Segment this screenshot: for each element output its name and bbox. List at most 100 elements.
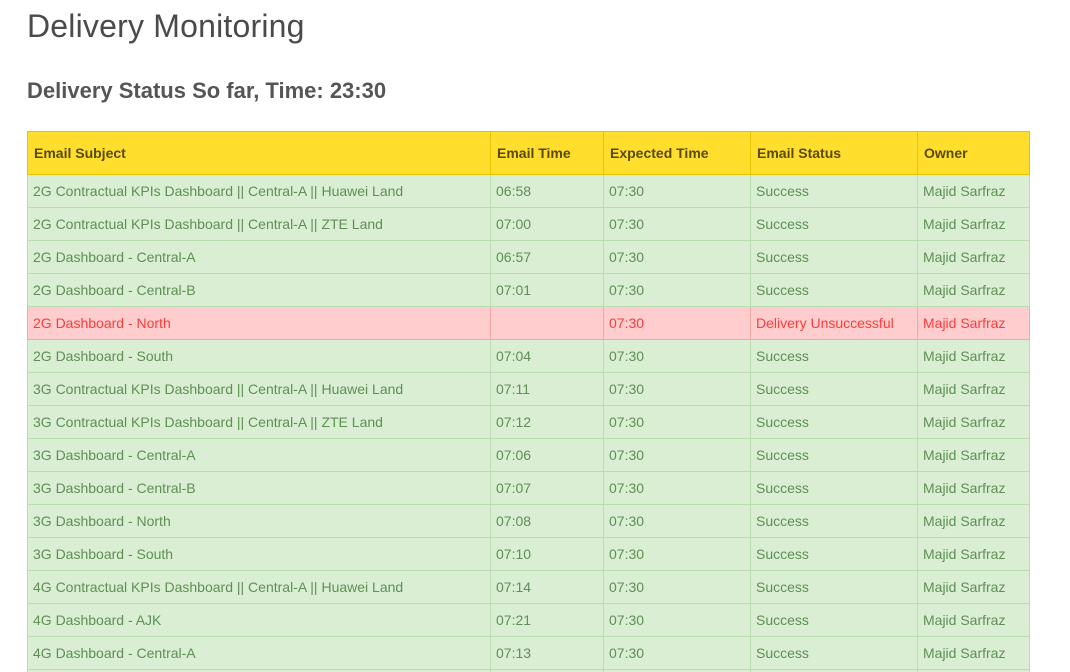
cell-email-time: 07:08	[490, 504, 604, 538]
column-header-owner: Owner	[917, 131, 1030, 175]
cell-email-subject: 3G Dashboard - Central-B	[27, 471, 491, 505]
cell-owner: Majid Sarfraz	[917, 207, 1030, 241]
cell-email-subject: 2G Contractual KPIs Dashboard || Central…	[27, 207, 491, 241]
cell-expected-time: 07:30	[603, 372, 751, 406]
cell-email-subject: 3G Dashboard - North	[27, 504, 491, 538]
cell-email-status: Success	[750, 636, 918, 670]
cell-email-time: 07:12	[490, 405, 604, 439]
cell-owner: Majid Sarfraz	[917, 405, 1030, 439]
column-header-expected-time: Expected Time	[603, 131, 751, 175]
status-subtitle: Delivery Status So far, Time: 23:30	[27, 78, 387, 103]
cell-email-subject: 2G Contractual KPIs Dashboard || Central…	[27, 174, 491, 208]
table-row: 3G Contractual KPIs Dashboard || Central…	[27, 372, 1030, 406]
delivery-status-table-container: Email Subject Email Time Expected Time E…	[27, 131, 1030, 672]
table-row: 3G Dashboard - Central-A 07:06 07:30 Succes…	[27, 438, 1030, 472]
cell-email-subject: 2G Dashboard - Central-A	[27, 240, 491, 274]
table-row: 3G Dashboard - North 07:08 07:30 Success Maj…	[27, 504, 1030, 538]
cell-expected-time: 07:30	[603, 603, 751, 637]
cell-expected-time: 07:30	[603, 273, 751, 307]
table-body: 2G Contractual KPIs Dashboard || Central…	[27, 174, 1030, 672]
cell-expected-time: 07:30	[603, 537, 751, 571]
cell-owner: Majid Sarfraz	[917, 570, 1030, 604]
cell-owner: Majid Sarfraz	[917, 306, 1030, 340]
table-row: 2G Contractual KPIs Dashboard || Central…	[27, 207, 1030, 241]
cell-email-time: 07:00	[490, 207, 604, 241]
cell-email-time: 07:14	[490, 570, 604, 604]
header-row: Email Subject Email Time Expected Time E…	[27, 131, 1030, 175]
page-title: Delivery Monitoring	[27, 8, 305, 44]
cell-email-subject: 3G Contractual KPIs Dashboard || Central…	[27, 405, 491, 439]
cell-email-time: 07:21	[490, 603, 604, 637]
delivery-status-table: Email Subject Email Time Expected Time E…	[27, 131, 1030, 672]
table-row: 3G Contractual KPIs Dashboard || Central…	[27, 405, 1030, 439]
cell-email-status: Success	[750, 471, 918, 505]
cell-expected-time: 07:30	[603, 438, 751, 472]
cell-email-subject: 2G Dashboard - North	[27, 306, 491, 340]
cell-expected-time: 07:30	[603, 504, 751, 538]
cell-email-time	[490, 306, 604, 340]
cell-owner: Majid Sarfraz	[917, 504, 1030, 538]
cell-email-status: Success	[750, 570, 918, 604]
cell-owner: Majid Sarfraz	[917, 240, 1030, 274]
cell-owner: Majid Sarfraz	[917, 537, 1030, 571]
cell-expected-time: 07:30	[603, 306, 751, 340]
cell-email-status: Success	[750, 273, 918, 307]
cell-expected-time: 07:30	[603, 174, 751, 208]
cell-owner: Majid Sarfraz	[917, 174, 1030, 208]
table-row: 2G Contractual KPIs Dashboard || Central…	[27, 174, 1030, 208]
cell-email-subject: 2G Dashboard - South	[27, 339, 491, 373]
cell-expected-time: 07:30	[603, 471, 751, 505]
cell-email-time: 07:07	[490, 471, 604, 505]
cell-email-status: Success	[750, 174, 918, 208]
table-row: 4G Dashboard - Central-A 07:13 07:30 Succes…	[27, 636, 1030, 670]
table-row-failed: 2G Dashboard - North 07:30 Delivery Unsucc…	[27, 306, 1030, 340]
cell-owner: Majid Sarfraz	[917, 471, 1030, 505]
cell-email-subject: 3G Dashboard - Central-A	[27, 438, 491, 472]
cell-email-status: Success	[750, 603, 918, 637]
email-page: Delivery Monitoring Delivery Status So f…	[0, 0, 1070, 672]
cell-expected-time: 07:30	[603, 570, 751, 604]
cell-email-status: Success	[750, 504, 918, 538]
cell-email-time: 07:10	[490, 537, 604, 571]
cell-email-subject: 2G Dashboard - Central-B	[27, 273, 491, 307]
cell-email-time: 07:04	[490, 339, 604, 373]
cell-owner: Majid Sarfraz	[917, 372, 1030, 406]
cell-email-time: 07:11	[490, 372, 604, 406]
cell-email-subject: 4G Dashboard - AJK	[27, 603, 491, 637]
cell-email-status: Success	[750, 207, 918, 241]
table-header: Email Subject Email Time Expected Time E…	[27, 131, 1030, 175]
table-row: 3G Dashboard - South 07:10 07:30 Success Maj…	[27, 537, 1030, 571]
cell-expected-time: 07:30	[603, 339, 751, 373]
cell-owner: Majid Sarfraz	[917, 273, 1030, 307]
cell-email-time: 07:01	[490, 273, 604, 307]
table-row: 2G Dashboard - South 07:04 07:30 Success Maj…	[27, 339, 1030, 373]
cell-email-time: 06:58	[490, 174, 604, 208]
cell-email-status: Success	[750, 372, 918, 406]
cell-expected-time: 07:30	[603, 636, 751, 670]
table-row: 4G Dashboard - AJK 07:21 07:30 Success Majid…	[27, 603, 1030, 637]
column-header-email-time: Email Time	[490, 131, 604, 175]
cell-owner: Majid Sarfraz	[917, 339, 1030, 373]
cell-expected-time: 07:30	[603, 240, 751, 274]
table-row: 4G Contractual KPIs Dashboard || Central…	[27, 570, 1030, 604]
cell-owner: Majid Sarfraz	[917, 636, 1030, 670]
cell-expected-time: 07:30	[603, 405, 751, 439]
cell-email-time: 07:13	[490, 636, 604, 670]
table-row: 2G Dashboard - Central-A 06:57 07:30 Succes…	[27, 240, 1030, 274]
cell-email-subject: 3G Dashboard - South	[27, 537, 491, 571]
cell-email-subject: 4G Contractual KPIs Dashboard || Central…	[27, 570, 491, 604]
column-header-email-status: Email Status	[750, 131, 918, 175]
cell-email-time: 07:06	[490, 438, 604, 472]
cell-email-status: Success	[750, 405, 918, 439]
cell-email-time: 06:57	[490, 240, 604, 274]
cell-email-status: Success	[750, 339, 918, 373]
cell-owner: Majid Sarfraz	[917, 603, 1030, 637]
cell-email-subject: 4G Dashboard - Central-A	[27, 636, 491, 670]
cell-email-subject: 3G Contractual KPIs Dashboard || Central…	[27, 372, 491, 406]
cell-email-status: Delivery Unsuccessful	[750, 306, 918, 340]
cell-email-status: Success	[750, 240, 918, 274]
cell-expected-time: 07:30	[603, 207, 751, 241]
column-header-email-subject: Email Subject	[27, 131, 491, 175]
table-row: 2G Dashboard - Central-B 07:01 07:30 Succes…	[27, 273, 1030, 307]
cell-email-status: Success	[750, 438, 918, 472]
